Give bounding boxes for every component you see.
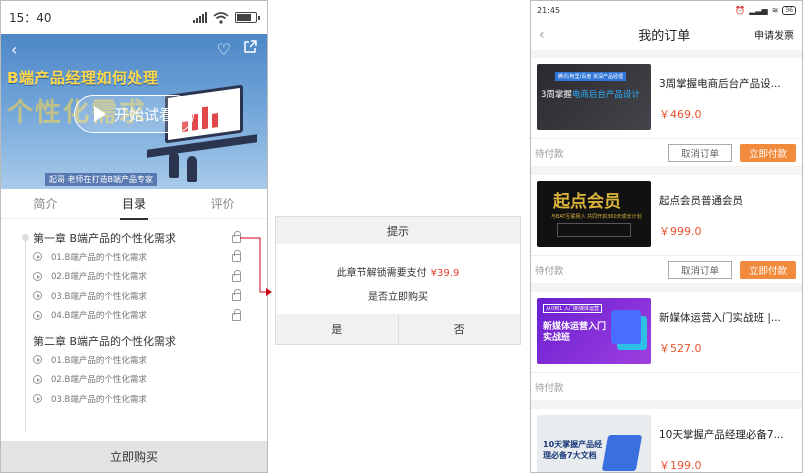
course-thumbnail: 起点会员 与BAT互联网人 共同开启360天成长计划 bbox=[537, 181, 651, 247]
order-status: 待付款 bbox=[535, 382, 564, 394]
list-item[interactable]: 02.B端产品的个性化需求 bbox=[33, 370, 241, 390]
order-card[interactable]: 10天掌握产品经理必备7大文档 10天掌握产品经理必备7... ￥199.0 bbox=[531, 409, 802, 472]
tab-reviews[interactable]: 评价 bbox=[211, 195, 235, 212]
play-circle-icon bbox=[33, 394, 42, 404]
signal-icon bbox=[193, 12, 207, 23]
wifi-icon: ≋ bbox=[771, 5, 779, 15]
pay-now-button[interactable]: 立即付款 bbox=[740, 260, 796, 279]
invoice-link[interactable]: 申请发票 bbox=[754, 27, 794, 42]
chapter-2[interactable]: 第二章 B端产品的个性化需求 bbox=[33, 331, 241, 350]
play-circle-icon bbox=[33, 310, 42, 320]
back-icon[interactable]: ‹ bbox=[11, 40, 17, 59]
canvas: 15：40 ‹ ♡ B端产品经理如何处理 个性化需求 开始试看 起哥 老师在打造… bbox=[0, 0, 806, 473]
trial-play-button[interactable]: 开始试看 bbox=[74, 95, 194, 133]
order-card[interactable]: 起点会员 与BAT互联网人 共同开启360天成长计划 起点会员普通会员 ￥999… bbox=[531, 175, 802, 283]
pay-now-button[interactable]: 立即付款 bbox=[740, 143, 796, 162]
list-item[interactable]: 03.B端产品的个性化需求 bbox=[33, 286, 241, 306]
list-item[interactable]: 04.B端产品的个性化需求 bbox=[33, 306, 241, 326]
order-card[interactable]: 腾讯/阿里/百度 资深产品经理 3周掌握电商后台产品设计 3周掌握电商后台产品设… bbox=[531, 58, 802, 166]
order-title: 新媒体运营入门实战班 |... bbox=[659, 312, 781, 324]
play-circle-icon bbox=[33, 291, 42, 301]
back-icon[interactable]: ‹ bbox=[539, 27, 545, 43]
unlock-dialog: 提示 此章节解锁需要支付 ¥39.9 是否立即购买 是 否 bbox=[275, 216, 521, 345]
confirm-no-button[interactable]: 否 bbox=[399, 314, 521, 344]
battery-icon bbox=[235, 12, 260, 23]
chapter-1[interactable]: 第一章 B端产品的个性化需求 bbox=[22, 228, 241, 247]
status-time: 21:45 bbox=[537, 5, 561, 15]
share-icon[interactable] bbox=[243, 40, 257, 54]
play-circle-icon bbox=[33, 374, 42, 384]
course-tabs: 简介 目录 评价 bbox=[1, 189, 267, 220]
dialog-message: 此章节解锁需要支付 bbox=[336, 268, 427, 279]
play-circle-icon bbox=[33, 252, 42, 262]
lock-icon bbox=[232, 269, 241, 282]
order-title: 10天掌握产品经理必备7... bbox=[659, 429, 784, 441]
order-status: 待付款 bbox=[535, 148, 564, 160]
order-price: ￥199.0 bbox=[659, 459, 702, 472]
orders-phone: 21:45 ⏰ ▂▃▅ ≋ 36 ‹ 我的订单 申请发票 腾讯/阿里/百度 资深… bbox=[530, 0, 803, 473]
lock-icon bbox=[232, 308, 241, 321]
list-item[interactable]: 03.B端产品的个性化需求 bbox=[33, 389, 241, 409]
dialog-question: 是否立即购买 bbox=[368, 292, 428, 303]
play-icon bbox=[93, 106, 106, 122]
status-bar: 21:45 ⏰ ▂▃▅ ≋ 36 bbox=[531, 1, 802, 19]
order-title: 3周掌握电商后台产品设... bbox=[659, 78, 781, 90]
list-item[interactable]: 02.B端产品的个性化需求 bbox=[33, 267, 241, 287]
person-illustration bbox=[169, 152, 179, 178]
course-thumbnail: 10天掌握产品经理必备7大文档 bbox=[537, 415, 651, 472]
wifi-icon bbox=[213, 11, 229, 24]
order-price: ￥469.0 bbox=[659, 108, 702, 121]
page-title: 我的订单 bbox=[638, 29, 691, 44]
course-thumbnail: 腾讯/阿里/百度 资深产品经理 3周掌握电商后台产品设计 bbox=[537, 64, 651, 130]
cover-note: 起哥 老师在打造B端产品专家 bbox=[45, 173, 158, 186]
battery-icon: 36 bbox=[782, 5, 796, 15]
course-thumbnail: 从0到1 入门新媒体运营 新媒体运营入门实战班 bbox=[537, 298, 651, 364]
order-title: 起点会员普通会员 bbox=[659, 195, 743, 207]
tab-intro[interactable]: 简介 bbox=[33, 195, 57, 212]
status-time: 15：40 bbox=[9, 11, 52, 25]
order-status: 待付款 bbox=[535, 265, 564, 277]
cancel-order-button[interactable]: 取消订单 bbox=[668, 143, 732, 162]
order-card[interactable]: 从0到1 入门新媒体运营 新媒体运营入门实战班 新媒体运营入门实战班 |... … bbox=[531, 292, 802, 400]
course-phone: 15：40 ‹ ♡ B端产品经理如何处理 个性化需求 开始试看 起哥 老师在打造… bbox=[0, 0, 268, 473]
dialog-price: ¥39.9 bbox=[430, 268, 460, 279]
list-item[interactable]: 01.B端产品的个性化需求 bbox=[33, 247, 241, 267]
play-circle-icon bbox=[33, 271, 42, 281]
status-bar: 15：40 bbox=[1, 1, 267, 34]
list-item[interactable]: 01.B端产品的个性化需求 bbox=[33, 350, 241, 370]
person-illustration bbox=[187, 156, 197, 182]
signal-icon: ▂▃▅ bbox=[749, 5, 768, 15]
cover-title: B端产品经理如何处理 bbox=[7, 69, 159, 87]
lock-icon bbox=[232, 250, 241, 263]
dialog-title: 提示 bbox=[276, 217, 520, 244]
tab-catalog[interactable]: 目录 bbox=[119, 195, 149, 220]
course-video-cover: ‹ ♡ B端产品经理如何处理 个性化需求 开始试看 起哥 老师在打造B端产品专家 bbox=[1, 34, 267, 189]
orders-header: ‹ 我的订单 申请发票 bbox=[531, 19, 802, 50]
cancel-order-button[interactable]: 取消订单 bbox=[668, 260, 732, 279]
order-price: ￥999.0 bbox=[659, 225, 702, 238]
lock-icon bbox=[232, 231, 241, 243]
alarm-icon: ⏰ bbox=[735, 5, 746, 15]
play-circle-icon bbox=[33, 355, 42, 365]
catalog-list: 第一章 B端产品的个性化需求 01.B端产品的个性化需求 02.B端产品的个性化… bbox=[1, 219, 267, 432]
order-price: ￥527.0 bbox=[659, 342, 702, 355]
confirm-yes-button[interactable]: 是 bbox=[276, 314, 399, 344]
buy-now-button[interactable]: 立即购买 bbox=[1, 441, 267, 472]
lock-icon bbox=[232, 289, 241, 302]
favorite-icon[interactable]: ♡ bbox=[217, 40, 231, 59]
